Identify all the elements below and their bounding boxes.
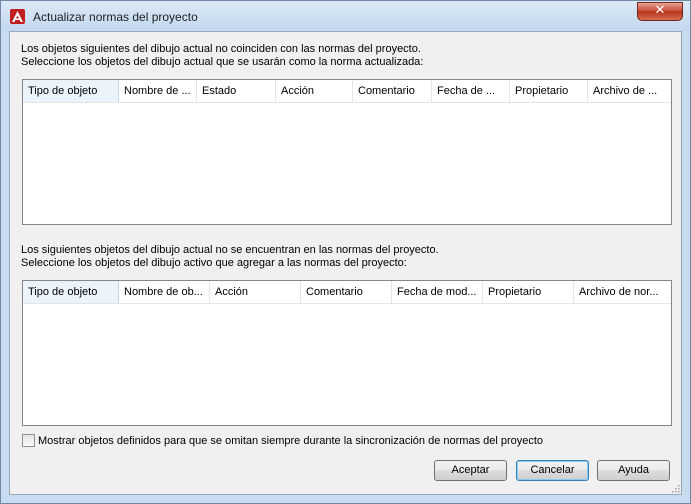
list-header: ^ Tipo de objeto Nombre de ob... Acción … bbox=[23, 281, 671, 304]
column-label: Acción bbox=[215, 286, 249, 298]
section2-line1: Los siguientes objetos del dibujo actual… bbox=[21, 244, 439, 256]
section1-line1: Los objetos siguientes del dibujo actual… bbox=[21, 43, 421, 55]
column-label: Fecha de mod... bbox=[397, 286, 477, 298]
mismatched-objects-list[interactable]: ^ Tipo de objeto Nombre de ... Estado Ac… bbox=[22, 79, 672, 225]
title-bar[interactable]: Actualizar normas del proyecto ✕ bbox=[1, 1, 690, 31]
column-header-tipo[interactable]: ^ Tipo de objeto bbox=[23, 281, 119, 303]
column-header-nombre[interactable]: Nombre de ... bbox=[119, 80, 197, 102]
resize-grip-icon[interactable] bbox=[670, 483, 680, 493]
column-label: Acción bbox=[281, 85, 315, 97]
column-label: Estado bbox=[202, 85, 237, 97]
column-label: Comentario bbox=[306, 286, 363, 298]
column-label: Propietario bbox=[515, 85, 569, 97]
column-label: Tipo de objeto bbox=[28, 286, 98, 298]
column-label: Propietario bbox=[488, 286, 542, 298]
column-header-fecha[interactable]: Fecha de mod... bbox=[392, 281, 483, 303]
window-title: Actualizar normas del proyecto bbox=[33, 10, 198, 24]
autocad-logo-icon bbox=[10, 9, 25, 24]
missing-objects-list[interactable]: ^ Tipo de objeto Nombre de ob... Acción … bbox=[22, 280, 672, 426]
column-label: Comentario bbox=[358, 85, 415, 97]
column-label: Nombre de ob... bbox=[124, 286, 203, 298]
dialog-content: Los objetos siguientes del dibujo actual… bbox=[9, 31, 682, 495]
section2-line2: Seleccione los objetos del dibujo activo… bbox=[21, 257, 407, 269]
close-icon: ✕ bbox=[654, 3, 666, 18]
sort-ascending-icon: ^ bbox=[67, 281, 74, 287]
show-omitted-label[interactable]: Mostrar objetos definidos para que se om… bbox=[38, 435, 543, 447]
column-header-comentario[interactable]: Comentario bbox=[353, 80, 432, 102]
column-header-archivo[interactable]: Archivo de ... bbox=[588, 80, 672, 102]
cancel-button[interactable]: Cancelar bbox=[516, 460, 589, 481]
column-label: Fecha de ... bbox=[437, 85, 496, 97]
column-header-tipo[interactable]: ^ Tipo de objeto bbox=[23, 80, 119, 102]
dialog-window: Actualizar normas del proyecto ✕ Los obj… bbox=[0, 0, 691, 504]
column-header-estado[interactable]: Estado bbox=[197, 80, 276, 102]
help-button[interactable]: Ayuda bbox=[597, 460, 670, 481]
column-label: Nombre de ... bbox=[124, 85, 191, 97]
show-omitted-checkbox[interactable] bbox=[22, 434, 35, 447]
column-label: Archivo de ... bbox=[593, 85, 658, 97]
section1-instructions: Los objetos siguientes del dibujo actual… bbox=[21, 43, 423, 69]
column-header-fecha[interactable]: Fecha de ... bbox=[432, 80, 510, 102]
column-header-archivo[interactable]: Archivo de nor... bbox=[574, 281, 672, 303]
column-header-comentario[interactable]: Comentario bbox=[301, 281, 392, 303]
column-header-propietario[interactable]: Propietario bbox=[483, 281, 574, 303]
sort-ascending-icon: ^ bbox=[67, 80, 74, 86]
list-header: ^ Tipo de objeto Nombre de ... Estado Ac… bbox=[23, 80, 671, 103]
section2-instructions: Los siguientes objetos del dibujo actual… bbox=[21, 244, 439, 270]
section1-line2: Seleccione los objetos del dibujo actual… bbox=[21, 56, 424, 68]
column-header-accion[interactable]: Acción bbox=[276, 80, 353, 102]
close-button[interactable]: ✕ bbox=[637, 2, 683, 21]
column-header-nombre[interactable]: Nombre de ob... bbox=[119, 281, 210, 303]
column-label: Archivo de nor... bbox=[579, 286, 659, 298]
ok-button[interactable]: Aceptar bbox=[434, 460, 507, 481]
column-label: Tipo de objeto bbox=[28, 85, 98, 97]
column-header-propietario[interactable]: Propietario bbox=[510, 80, 588, 102]
column-header-accion[interactable]: Acción bbox=[210, 281, 301, 303]
